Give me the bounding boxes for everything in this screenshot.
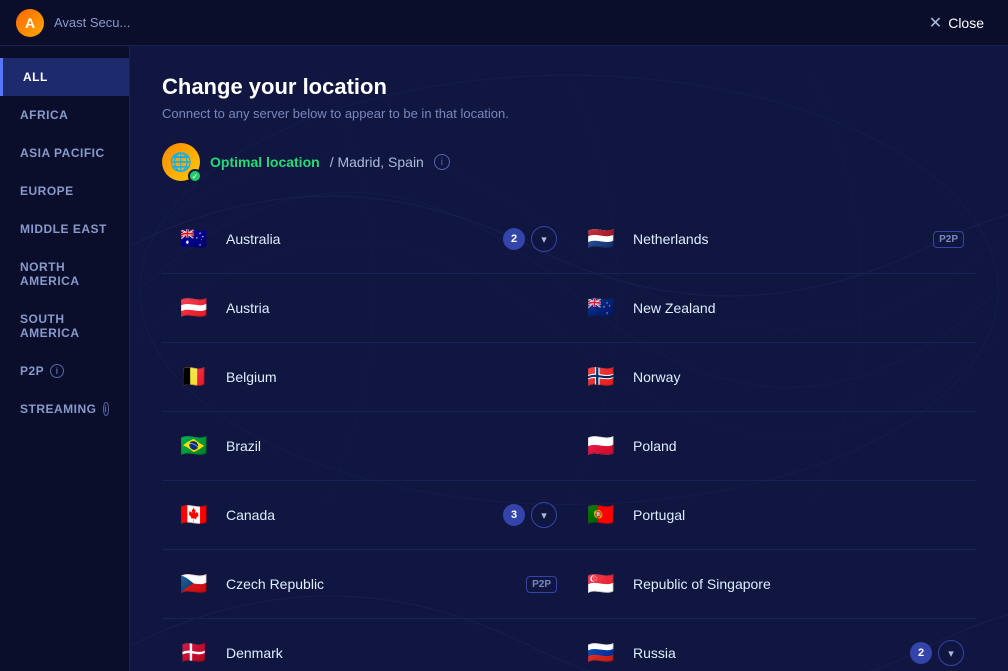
country-flag: 🇦🇹 (174, 288, 214, 328)
country-name: Canada (226, 507, 491, 523)
close-x-icon: ✕ (929, 13, 942, 33)
p2p-badge: P2P (526, 576, 557, 593)
country-name: Belgium (226, 369, 545, 385)
country-flag: 🇳🇿 (581, 288, 621, 328)
country-item[interactable]: 🇷🇺Russia2▾ (569, 619, 976, 671)
country-grid: 🇦🇺Australia2▾🇦🇹Austria🇧🇪Belgium🇧🇷Brazil🇨… (162, 205, 976, 671)
country-flag: 🇸🇬 (581, 564, 621, 604)
app-logo: A (16, 9, 44, 37)
country-flag: 🇧🇪 (174, 357, 214, 397)
country-name: Portugal (633, 507, 952, 523)
country-actions: 2▾ (910, 640, 964, 666)
expand-chevron-button[interactable]: ▾ (531, 502, 557, 528)
sidebar-item-p2p[interactable]: P2Pi (0, 352, 129, 390)
country-name: Denmark (226, 645, 545, 661)
expand-chevron-button[interactable]: ▾ (531, 226, 557, 252)
country-item[interactable]: 🇵🇹 Portugal (569, 481, 976, 550)
sidebar-item-africa[interactable]: AFRICA (0, 96, 129, 134)
main-layout: ALLAFRICAASIA PACIFICEUROPEMIDDLE EASTNO… (0, 46, 1008, 671)
streaming-info-icon[interactable]: i (103, 402, 110, 416)
optimal-location-icon: 🌐 ✓ (162, 143, 200, 181)
country-name: Austria (226, 300, 545, 316)
country-name: Russia (633, 645, 898, 661)
country-name: Poland (633, 438, 952, 454)
optimal-check-badge: ✓ (188, 169, 202, 183)
country-flag: 🇧🇷 (174, 426, 214, 466)
sidebar: ALLAFRICAASIA PACIFICEUROPEMIDDLE EASTNO… (0, 46, 130, 671)
sidebar-item-north-america[interactable]: NORTH AMERICA (0, 248, 129, 300)
close-label: Close (948, 15, 984, 31)
close-button[interactable]: ✕ Close (921, 9, 992, 37)
page-subtitle: Connect to any server below to appear to… (162, 106, 976, 121)
sidebar-item-south-america[interactable]: SOUTH AMERICA (0, 300, 129, 352)
country-name: Brazil (226, 438, 545, 454)
sidebar-item-streaming[interactable]: STREAMINGi (0, 390, 129, 428)
optimal-info-icon[interactable]: i (434, 154, 450, 170)
server-count-badge: 3 (503, 504, 525, 526)
country-flag: 🇵🇹 (581, 495, 621, 535)
country-flag: 🇨🇦 (174, 495, 214, 535)
country-flag: 🇦🇺 (174, 219, 214, 259)
country-item[interactable]: 🇳🇱 Netherlands P2P (569, 205, 976, 274)
country-actions: P2P (933, 231, 964, 248)
country-item[interactable]: 🇳🇿 New Zealand (569, 274, 976, 343)
country-name: Czech Republic (226, 576, 514, 592)
country-name: New Zealand (633, 300, 952, 316)
country-actions: P2P (526, 576, 557, 593)
optimal-location-text: / Madrid, Spain (330, 154, 424, 170)
country-name: Republic of Singapore (633, 576, 952, 592)
expand-chevron-button[interactable]: ▾ (938, 640, 964, 666)
country-flag: 🇳🇴 (581, 357, 621, 397)
country-item[interactable]: 🇵🇱 Poland (569, 412, 976, 481)
page-title: Change your location (162, 74, 976, 100)
titlebar: A Avast Secu... ✕ Close (0, 0, 1008, 46)
country-flag: 🇨🇿 (174, 564, 214, 604)
country-actions: 2▾ (503, 226, 557, 252)
country-item[interactable]: 🇩🇰 Denmark (162, 619, 569, 671)
country-item[interactable]: 🇸🇬 Republic of Singapore (569, 550, 976, 619)
country-item[interactable]: 🇧🇷 Brazil (162, 412, 569, 481)
country-item[interactable]: 🇦🇹 Austria (162, 274, 569, 343)
country-item[interactable]: 🇧🇪 Belgium (162, 343, 569, 412)
sidebar-item-europe[interactable]: EUROPE (0, 172, 129, 210)
server-count-badge: 2 (503, 228, 525, 250)
country-actions: 3▾ (503, 502, 557, 528)
country-name: Norway (633, 369, 952, 385)
country-item[interactable]: 🇨🇿 Czech Republic P2P (162, 550, 569, 619)
p2p-badge: P2P (933, 231, 964, 248)
sidebar-item-asia-pacific[interactable]: ASIA PACIFIC (0, 134, 129, 172)
optimal-label: Optimal location (210, 154, 320, 170)
sidebar-item-middle-east[interactable]: MIDDLE EAST (0, 210, 129, 248)
country-flag: 🇵🇱 (581, 426, 621, 466)
country-item[interactable]: 🇨🇦Canada3▾ (162, 481, 569, 550)
app-name: Avast Secu... (54, 15, 911, 30)
content-area: Change your location Connect to any serv… (130, 46, 1008, 671)
server-count-badge: 2 (910, 642, 932, 664)
country-flag: 🇩🇰 (174, 633, 214, 671)
country-flag: 🇷🇺 (581, 633, 621, 671)
country-name: Netherlands (633, 231, 921, 247)
sidebar-item-all[interactable]: ALL (0, 58, 129, 96)
optimal-location-row[interactable]: 🌐 ✓ Optimal location / Madrid, Spain i (162, 143, 976, 181)
country-item[interactable]: 🇳🇴 Norway (569, 343, 976, 412)
p2p-info-icon[interactable]: i (50, 364, 64, 378)
country-name: Australia (226, 231, 491, 247)
country-flag: 🇳🇱 (581, 219, 621, 259)
country-item[interactable]: 🇦🇺Australia2▾ (162, 205, 569, 274)
